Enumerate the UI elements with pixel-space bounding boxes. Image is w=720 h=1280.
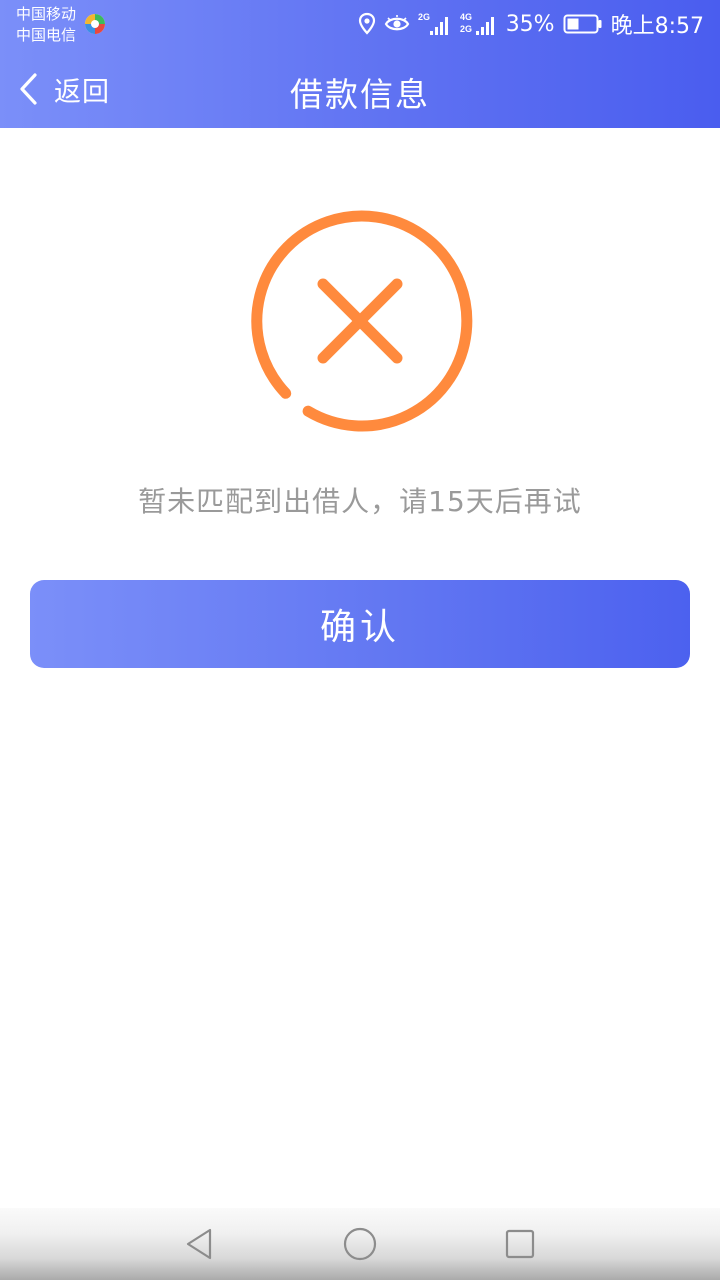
square-recent-icon[interactable]: [502, 1226, 538, 1262]
network-2b-label: 2G: [460, 24, 472, 34]
carrier-2: 中国电信: [16, 26, 77, 44]
nav-bar: 返回 借款信息: [0, 50, 720, 128]
network-1-label: 2G: [418, 12, 430, 22]
carrier-info: 中国移动 中国电信: [16, 4, 76, 46]
status-bar: 中国移动 中国电信 2G 4G 2G 35% 晚上8:57: [0, 0, 720, 48]
app-notification-icon: [85, 14, 105, 34]
circle-home-icon[interactable]: [342, 1226, 378, 1262]
battery-icon: [563, 13, 603, 35]
clock: 晚上8:57: [610, 14, 704, 39]
error-circle-x-icon: [251, 210, 473, 432]
location-pin-icon: [358, 12, 376, 36]
screen: 中国移动 中国电信 2G 4G 2G 35% 晚上8:57 返回 借款信息 暂未…: [0, 0, 720, 1280]
confirm-button[interactable]: 确认: [30, 580, 690, 668]
status-right: 2G 4G 2G 35% 晚上8:57: [358, 8, 704, 40]
eye-icon: [384, 14, 410, 34]
result-message: 暂未匹配到出借人，请15天后再试: [138, 485, 582, 518]
carrier-1: 中国移动: [16, 5, 77, 23]
page-title: 借款信息: [290, 75, 430, 114]
network-2a-label: 4G: [460, 12, 472, 22]
system-nav-bar: [0, 1208, 720, 1280]
triangle-back-icon[interactable]: [182, 1226, 218, 1262]
signal-1-icon: 2G: [418, 11, 452, 37]
header: 中国移动 中国电信 2G 4G 2G 35% 晚上8:57 返回 借款信息: [0, 0, 720, 128]
signal-2-icon: 4G 2G: [460, 11, 498, 37]
battery-percent: 35%: [505, 11, 555, 37]
